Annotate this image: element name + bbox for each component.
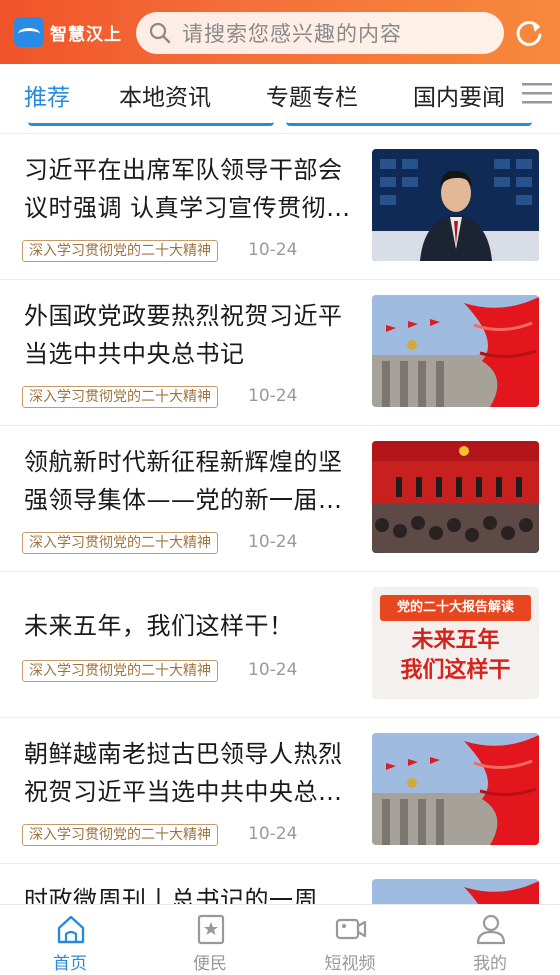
news-date: 10-24 <box>248 386 298 406</box>
tab-special-topics[interactable]: 专题专栏 <box>266 78 358 112</box>
news-tag: 深入学习贯彻党的二十大精神 <box>22 824 218 846</box>
news-item[interactable]: 未来五年，我们这样干！ 深入学习贯彻党的二十大精神 10-24 党的二十大报告解… <box>0 572 560 718</box>
tab-recommend[interactable]: 推荐 <box>24 78 70 112</box>
news-tag: 深入学习贯彻党的二十大精神 <box>22 660 218 682</box>
nav-label: 便民 <box>193 954 227 974</box>
home-icon <box>57 915 85 944</box>
news-item[interactable]: 习近平在出席军队领导干部会议时强调 认真学习宣传贯彻党的二十大精神 深入学习贯彻… <box>0 134 560 280</box>
news-tag: 深入学习贯彻党的二十大精神 <box>22 240 218 262</box>
search-placeholder: 请搜索您感兴趣的内容 <box>182 22 402 46</box>
news-thumbnail <box>372 733 539 845</box>
nav-short-video[interactable]: 短视频 <box>280 905 420 975</box>
news-item[interactable]: 时政微周刊丨总书记的一周 <box>0 864 560 904</box>
video-camera-icon <box>335 918 367 940</box>
menu-icon[interactable] <box>522 82 552 104</box>
user-icon <box>476 914 506 945</box>
news-tag: 深入学习贯彻党的二十大精神 <box>22 532 218 554</box>
nav-label: 我的 <box>473 954 507 974</box>
news-title: 领航新时代新征程新辉煌的坚强领导集体——党的新一届中央领导机构产生纪实 <box>24 448 343 514</box>
refresh-icon[interactable] <box>514 18 544 48</box>
logo-text: 智慧汉上 <box>50 24 122 45</box>
banner-edge-right <box>286 120 532 126</box>
news-item[interactable]: 外国政党政要热烈祝贺习近平当选中共中央总书记 深入学习贯彻党的二十大精神 10-… <box>0 280 560 426</box>
nav-label: 首页 <box>53 954 87 974</box>
news-date: 10-24 <box>248 824 298 844</box>
logo-mark <box>14 17 44 47</box>
news-thumbnail <box>372 879 539 904</box>
news-date: 10-24 <box>248 660 298 680</box>
nav-profile[interactable]: 我的 <box>420 905 560 975</box>
news-date: 10-24 <box>248 240 298 260</box>
search-bar[interactable]: 请搜索您感兴趣的内容 <box>136 12 504 54</box>
news-tag: 深入学习贯彻党的二十大精神 <box>22 386 218 408</box>
news-date: 10-24 <box>248 532 298 552</box>
news-title: 时政微周刊丨总书记的一周 <box>24 886 318 904</box>
news-title: 习近平在出席军队领导干部会议时强调 认真学习宣传贯彻党的二十大精神 <box>24 156 351 222</box>
report-line-1: 未来五年 <box>411 628 500 653</box>
news-thumbnail <box>372 149 539 261</box>
app-logo: 智慧汉上 <box>14 14 122 50</box>
search-icon <box>149 22 171 44</box>
banner-edge-left <box>28 120 274 126</box>
news-title: 朝鲜越南老挝古巴领导人热烈祝贺习近平当选中共中央总书记 <box>24 740 343 806</box>
star-bookmark-icon <box>197 914 225 945</box>
report-banner: 党的二十大报告解读 <box>380 595 531 621</box>
bottom-navigation: 首页 便民 短视频 我的 <box>0 904 560 974</box>
nav-label: 短视频 <box>324 954 376 974</box>
category-tabs: 推荐 本地资讯 专题专栏 国内要闻 <box>0 64 560 126</box>
nav-services[interactable]: 便民 <box>140 905 280 975</box>
news-title: 外国政党政要热烈祝贺习近平当选中共中央总书记 <box>24 302 343 368</box>
news-feed: 习近平在出席军队领导干部会议时强调 认真学习宣传贯彻党的二十大精神 深入学习贯彻… <box>0 134 560 904</box>
report-line-2: 我们这样干 <box>400 658 511 683</box>
news-title: 未来五年，我们这样干！ <box>24 612 294 640</box>
news-thumbnail <box>372 441 539 553</box>
news-item[interactable]: 领航新时代新征程新辉煌的坚强领导集体——党的新一届中央领导机构产生纪实 深入学习… <box>0 426 560 572</box>
news-thumbnail: 党的二十大报告解读 未来五年 我们这样干 <box>372 587 539 699</box>
news-thumbnail <box>372 295 539 407</box>
nav-home[interactable]: 首页 <box>0 905 140 975</box>
tab-domestic-news[interactable]: 国内要闻 <box>413 78 505 112</box>
app-header: 智慧汉上 请搜索您感兴趣的内容 <box>0 0 560 64</box>
news-item[interactable]: 朝鲜越南老挝古巴领导人热烈祝贺习近平当选中共中央总书记 深入学习贯彻党的二十大精… <box>0 718 560 864</box>
tab-local-news[interactable]: 本地资讯 <box>119 78 211 112</box>
